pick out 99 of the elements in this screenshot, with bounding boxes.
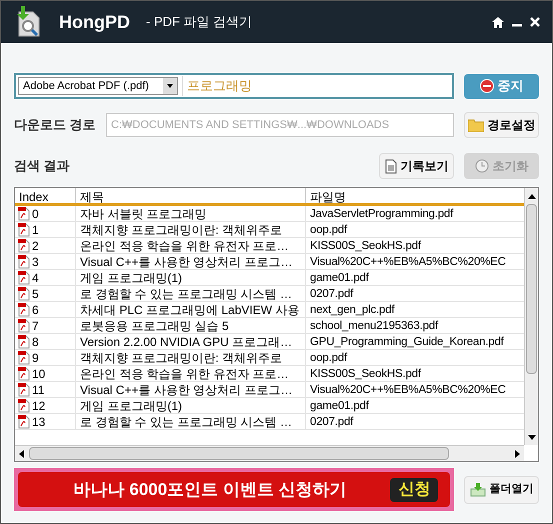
filename-cell-text: game01.pdf [309,399,370,413]
title-cell: 게임 프로그래밍(1) [76,398,306,413]
filename-cell-text: 0207.pdf [309,287,354,301]
filename-cell-text: school_menu2195363.pdf [309,319,440,333]
pdf-file-icon [18,414,30,428]
pdf-file-icon [18,318,30,332]
table-row[interactable]: 9 객체지향 프로그래밍이란: 객체위주로 oop.pdf [15,350,524,366]
table-row[interactable]: 8 Version 2.2.00 NVIDIA GPU 프로그래… GPU_Programming_Guide_Korean.pdf [15,334,524,350]
pdf-file-icon [18,206,30,220]
file-type-dropdown[interactable]: Adobe Acrobat PDF (.pdf) [18,77,178,95]
stop-icon [480,79,494,93]
clock-icon [474,159,488,173]
index-cell: 7 [32,318,39,334]
title-cell: 로 경험할 수 있는 프로그래밍 시스템 … [76,414,306,429]
scroll-up-icon[interactable] [528,194,536,198]
download-path-label: 다운로드 경로 [14,116,96,134]
filename-cell-text: game01.pdf [309,271,370,285]
folder-icon [468,118,484,132]
filename-cell-text: 0207.pdf [309,415,354,429]
column-header[interactable]: Index [15,188,76,203]
index-cell: 1 [32,222,39,238]
search-field[interactable]: Adobe Acrobat PDF (.pdf) 프로그래밍 [14,73,454,99]
filename-cell-text: JavaServletProgramming.pdf [309,207,454,221]
document-icon [384,158,396,174]
title-cell: 자바 서블릿 프로그래밍 [76,206,306,221]
filename-cell-text: Visual%20C++%EB%A5%BC%20%EC [309,383,507,397]
vertical-scrollbar[interactable] [524,188,538,445]
index-cell: 4 [32,270,39,286]
close-icon[interactable] [530,17,540,27]
filename-cell-text: oop.pdf [309,351,348,365]
pdf-file-icon [18,302,30,316]
title-cell: Version 2.2.00 NVIDIA GPU 프로그래… [76,334,306,349]
history-button[interactable]: 기록보기 [379,153,454,179]
title-cell: 게임 프로그래밍(1) [76,270,306,285]
pdf-file-icon [18,238,30,252]
table-row[interactable]: 11 Visual C++를 사용한 영상처리 프로그… Visual%20C++%EB%A5%BC%20%EC [15,382,524,398]
filename-cell-text: next_gen_plc.pdf [309,303,396,317]
pdf-file-icon [18,334,30,348]
pdf-file-icon [18,270,30,284]
table-row[interactable]: 12 게임 프로그래밍(1) game01.pdf [15,398,524,414]
title-cell: 로 경험할 수 있는 프로그래밍 시스템 … [76,286,306,301]
column-header[interactable]: 제목 [76,188,306,203]
banner-text: 바나나 6000포인트 이벤트 신청하기 [72,478,348,501]
index-cell: 0 [32,206,39,222]
table-row[interactable]: 10 온라인 적응 학습을 위한 유전자 프로… KISS00S_SeokHS.pdf [15,366,524,382]
column-header[interactable]: 파일명 [306,188,524,203]
filename-cell-text: KISS00S_SeokHS.pdf [309,239,422,253]
pdf-file-icon [18,382,30,396]
home-icon[interactable] [492,16,504,28]
title-cell: 온라인 적응 학습을 위한 유전자 프로… [76,366,306,381]
pdf-file-icon [18,222,30,236]
filename-cell-text: oop.pdf [309,223,348,237]
table-row[interactable]: 13 로 경험할 수 있는 프로그래밍 시스템 … 0207.pdf [15,414,524,430]
title-cell: 객체지향 프로그래밍이란: 객체위주로 [76,222,306,237]
filename-cell-text: GPU_Programming_Guide_Korean.pdf [309,335,505,349]
table-row[interactable]: 2 온라인 적응 학습을 위한 유전자 프로… KISS00S_SeokHS.pdf [15,238,524,254]
scroll-down-icon[interactable] [528,434,536,440]
dropdown-caret-icon[interactable] [163,78,177,94]
filename-cell-text: Visual%20C++%EB%A5%BC%20%EC [309,255,507,269]
scroll-thumb[interactable] [526,204,537,374]
index-cell: 10 [32,366,46,382]
filename-cell-text: KISS00S_SeokHS.pdf [309,367,422,381]
index-cell: 2 [32,238,39,254]
app-title: HongPD [59,10,130,34]
table-row[interactable]: 7 로봇응용 프로그래밍 실습 5 school_menu2195363.pdf [15,318,524,334]
table-row[interactable]: 6 차세대 PLC 프로그래밍에 LabVIEW 사용 next_gen_plc.pdf [15,302,524,318]
title-cell: 차세대 PLC 프로그래밍에 LabVIEW 사용 [76,302,306,317]
download-folder-icon [470,482,486,496]
index-cell: 11 [32,382,44,398]
table-row[interactable]: 1 객체지향 프로그래밍이란: 객체위주로 oop.pdf [15,222,524,238]
scroll-thumb[interactable] [29,447,449,460]
pdf-file-icon [18,350,30,364]
event-banner[interactable]: 바나나 6000포인트 이벤트 신청하기 신청 [14,468,454,511]
apply-button[interactable]: 신청 [390,478,438,502]
table-row[interactable]: 4 게임 프로그래밍(1) game01.pdf [15,270,524,286]
index-cell: 5 [32,286,39,302]
title-cell: Visual C++를 사용한 영상처리 프로그… [76,382,306,397]
pdf-file-icon [18,254,30,268]
index-cell: 8 [32,334,39,350]
pdf-file-icon [18,398,30,412]
pdf-file-icon [18,286,30,300]
index-cell: 13 [32,414,46,430]
open-folder-button[interactable]: 폴더열기 [464,476,539,504]
set-path-button[interactable]: 경로설정 [464,112,539,138]
pdf-file-icon [18,366,30,380]
table-row[interactable]: 3 Visual C++를 사용한 영상처리 프로그… Visual%20C++%EB%A5%BC%20%EC [15,254,524,270]
index-cell: 6 [32,302,39,318]
horizontal-scrollbar[interactable] [15,445,524,461]
title-cell: Visual C++를 사용한 영상처리 프로그… [76,254,306,269]
title-cell: 객체지향 프로그래밍이란: 객체위주로 [76,350,306,365]
index-cell: 12 [32,398,46,414]
table-row[interactable]: 0 자바 서블릿 프로그래밍 JavaServletProgramming.pdf [15,206,524,222]
index-cell: 3 [32,254,39,270]
app-subtitle: - PDF 파일 검색기 [146,13,252,32]
results-label: 검색 결과 [14,157,71,176]
title-cell: 로봇응용 프로그래밍 실습 5 [76,318,306,333]
title-cell: 온라인 적응 학습을 위한 유전자 프로… [76,238,306,253]
index-cell: 9 [32,350,39,366]
table-row[interactable]: 5 로 경험할 수 있는 프로그래밍 시스템 … 0207.pdf [15,286,524,302]
